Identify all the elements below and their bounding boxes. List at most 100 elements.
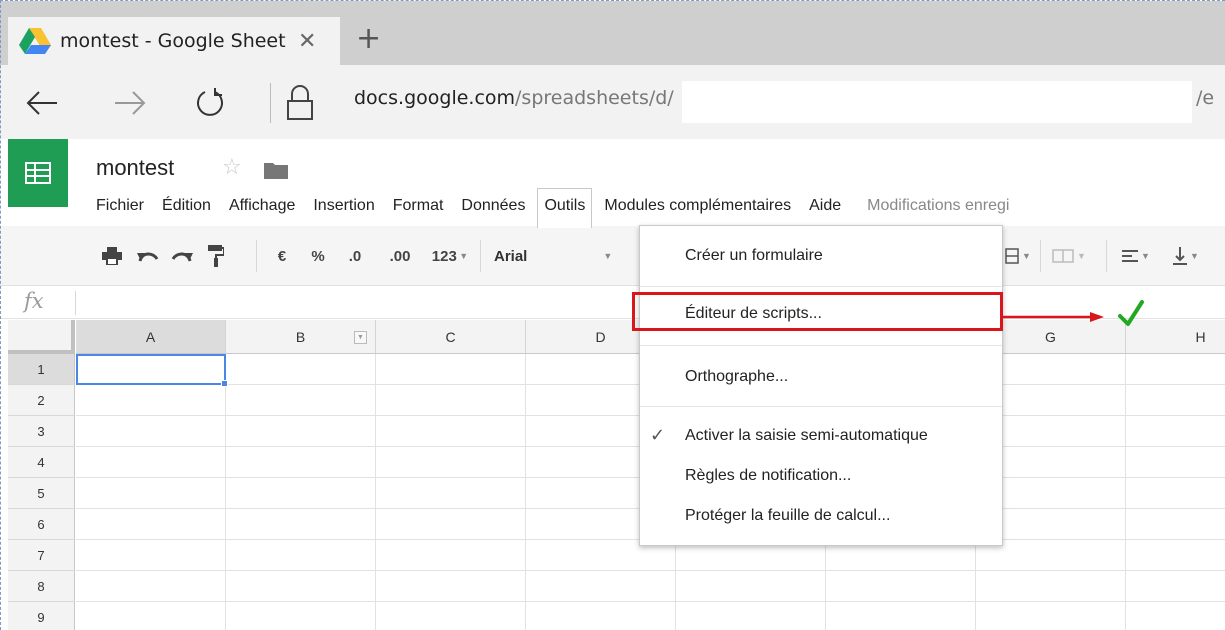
cell-g8[interactable]	[976, 571, 1126, 602]
cell-d9[interactable]	[526, 602, 676, 630]
menu-fichier[interactable]: Fichier	[90, 188, 150, 226]
cell-b4[interactable]	[226, 447, 376, 478]
cell-b9[interactable]	[226, 602, 376, 630]
cell-h2[interactable]	[1126, 385, 1225, 416]
cell-c7[interactable]	[376, 540, 526, 571]
row-header-8[interactable]: 8	[8, 571, 75, 602]
column-header-a[interactable]: A	[76, 320, 226, 354]
column-header-c[interactable]: C	[376, 320, 526, 354]
fill-handle[interactable]	[221, 380, 228, 387]
cell-b5[interactable]	[226, 478, 376, 509]
menu-item-notification-rules[interactable]: Règles de notification...	[640, 460, 1002, 492]
row-header-9[interactable]: 9	[8, 602, 75, 630]
forward-arrow-icon[interactable]	[106, 79, 154, 127]
percent-button[interactable]: %	[306, 242, 330, 270]
cell-b6[interactable]	[226, 509, 376, 540]
cell-c3[interactable]	[376, 416, 526, 447]
currency-button[interactable]: €	[272, 242, 292, 270]
close-icon[interactable]: ✕	[298, 29, 316, 54]
menu-aide[interactable]: Aide	[803, 188, 847, 226]
url-text[interactable]: docs.google.com/spreadsheets/d/	[354, 87, 674, 109]
cell-h3[interactable]	[1126, 416, 1225, 447]
undo-icon[interactable]	[136, 242, 160, 270]
star-icon[interactable]: ☆	[222, 155, 242, 180]
cell-a3[interactable]	[76, 416, 226, 447]
cell-a7[interactable]	[76, 540, 226, 571]
cell-c5[interactable]	[376, 478, 526, 509]
cell-f8[interactable]	[826, 571, 976, 602]
cell-c8[interactable]	[376, 571, 526, 602]
cell-d8[interactable]	[526, 571, 676, 602]
redo-icon[interactable]	[170, 242, 194, 270]
cell-a9[interactable]	[76, 602, 226, 630]
menu-item-spelling[interactable]: Orthographe...	[640, 361, 1002, 393]
borders-icon[interactable]: ▼	[1000, 242, 1036, 270]
filter-dropdown-icon[interactable]: ▼	[354, 331, 367, 344]
menu-modules-complementaires[interactable]: Modules complémentaires	[598, 188, 797, 226]
cell-c1[interactable]	[376, 354, 526, 385]
cell-b8[interactable]	[226, 571, 376, 602]
paint-format-icon[interactable]	[204, 242, 228, 270]
sheets-logo[interactable]	[8, 139, 68, 207]
decrease-decimals-button[interactable]: .0	[338, 242, 372, 270]
row-header-6[interactable]: 6	[8, 509, 75, 540]
cell-a6[interactable]	[76, 509, 226, 540]
cell-e9[interactable]	[676, 602, 826, 630]
folder-icon[interactable]	[264, 161, 288, 179]
back-arrow-icon[interactable]	[18, 79, 66, 127]
row-header-2[interactable]: 2	[8, 385, 75, 416]
cell-h1[interactable]	[1126, 354, 1225, 385]
cell-e8[interactable]	[676, 571, 826, 602]
menu-outils[interactable]: Outils	[537, 188, 593, 228]
menu-affichage[interactable]: Affichage	[223, 188, 301, 226]
cell-h6[interactable]	[1126, 509, 1225, 540]
menu-donnees[interactable]: Données	[455, 188, 531, 226]
cell-a8[interactable]	[76, 571, 226, 602]
cell-b7[interactable]	[226, 540, 376, 571]
cell-c9[interactable]	[376, 602, 526, 630]
cell-f9[interactable]	[826, 602, 976, 630]
active-cell-outline[interactable]	[76, 354, 226, 385]
cell-h4[interactable]	[1126, 447, 1225, 478]
cell-c4[interactable]	[376, 447, 526, 478]
column-header-b[interactable]: B ▼	[226, 320, 376, 354]
row-header-3[interactable]: 3	[8, 416, 75, 447]
vertical-align-icon[interactable]: ▼	[1168, 242, 1204, 270]
menu-edition[interactable]: Édition	[156, 188, 217, 226]
cell-g9[interactable]	[976, 602, 1126, 630]
reload-icon[interactable]	[186, 79, 234, 127]
font-family-select[interactable]: Arial ▼	[494, 242, 624, 270]
row-header-5[interactable]: 5	[8, 478, 75, 509]
menu-format[interactable]: Format	[387, 188, 450, 226]
cell-c2[interactable]	[376, 385, 526, 416]
cell-h5[interactable]	[1126, 478, 1225, 509]
row-header-1[interactable]: 1	[8, 354, 75, 385]
increase-decimals-button[interactable]: .00	[380, 242, 420, 270]
spreadsheet-grid[interactable]: AB▼CDEFGH123456789	[8, 320, 1225, 630]
cell-a2[interactable]	[76, 385, 226, 416]
menu-item-create-form[interactable]: Créer un formulaire	[640, 240, 1002, 272]
document-title[interactable]: montest	[96, 155, 174, 181]
menu-item-protect-sheet[interactable]: Protéger la feuille de calcul...	[640, 500, 1002, 532]
menu-insertion[interactable]: Insertion	[307, 188, 380, 226]
cell-b2[interactable]	[226, 385, 376, 416]
browser-tab[interactable]: montest - Google Sheet ✕	[8, 17, 340, 65]
cell-a4[interactable]	[76, 447, 226, 478]
menu-item-autocomplete[interactable]: ✓ Activer la saisie semi-automatique	[640, 420, 1002, 452]
cell-h8[interactable]	[1126, 571, 1225, 602]
row-header-7[interactable]: 7	[8, 540, 75, 571]
cell-a5[interactable]	[76, 478, 226, 509]
merge-cells-icon[interactable]: ▼	[1046, 242, 1092, 270]
more-formats-button[interactable]: 123 ▼	[426, 242, 474, 270]
cell-b1[interactable]	[226, 354, 376, 385]
cell-b3[interactable]	[226, 416, 376, 447]
new-tab-icon[interactable]: +	[356, 19, 381, 59]
print-icon[interactable]	[100, 242, 124, 270]
menu-bar: Fichier Édition Affichage Insertion Format Do…	[90, 188, 1015, 228]
cell-h7[interactable]	[1126, 540, 1225, 571]
horizontal-align-icon[interactable]: ▼	[1118, 242, 1154, 270]
row-header-4[interactable]: 4	[8, 447, 75, 478]
cell-h9[interactable]	[1126, 602, 1225, 630]
select-all-corner[interactable]	[8, 320, 75, 354]
cell-c6[interactable]	[376, 509, 526, 540]
